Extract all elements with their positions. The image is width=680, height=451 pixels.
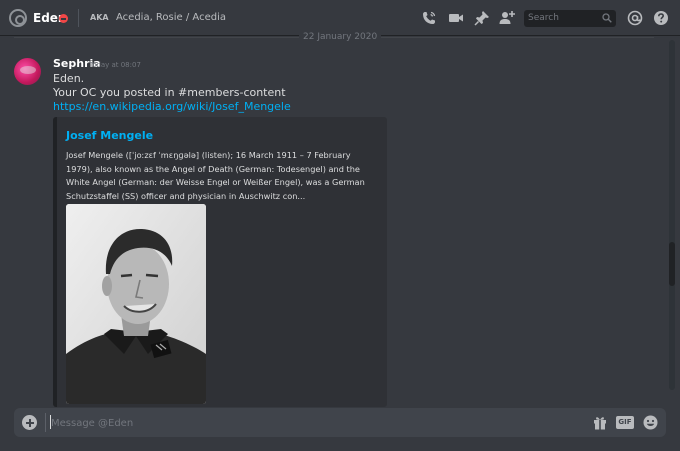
- date-divider-label: 22 January 2020: [299, 32, 382, 42]
- pin-icon[interactable]: [474, 10, 490, 26]
- message-composer: GIF: [14, 408, 666, 437]
- aka-label: AKA: [90, 13, 109, 22]
- search-box[interactable]: Search: [524, 10, 616, 27]
- video-icon[interactable]: [448, 10, 464, 26]
- avatar[interactable]: [14, 58, 41, 85]
- link-embed: Josef Mengele Josef Mengele ([ˈjoːzɛf ˈm…: [53, 117, 387, 407]
- gif-button[interactable]: GIF: [616, 416, 634, 429]
- message-timestamp: Today at 08:07: [89, 61, 141, 69]
- upload-plus-icon[interactable]: [22, 415, 37, 430]
- message-link[interactable]: https://en.wikipedia.org/wiki/Josef_Meng…: [53, 100, 291, 113]
- embed-description: Josef Mengele ([ˈjoːzɛf ˈmɛŋɡələ] (liste…: [66, 150, 365, 201]
- search-icon: [602, 13, 612, 23]
- message-line-2: Your OC you posted in #members-content: [53, 86, 286, 99]
- mention-icon[interactable]: [627, 10, 643, 26]
- call-icon[interactable]: [421, 10, 437, 26]
- search-placeholder: Search: [528, 13, 559, 23]
- channel-header: Eden AKA Acedia, Rosie / Acedia Search: [0, 0, 680, 36]
- aka-names: Acedia, Rosie / Acedia: [116, 12, 226, 23]
- emoji-icon[interactable]: [643, 415, 658, 430]
- header-divider: [78, 9, 79, 27]
- portrait-photo: [66, 204, 206, 404]
- scrollbar-track[interactable]: [669, 40, 675, 390]
- add-member-icon[interactable]: [499, 10, 515, 26]
- help-icon[interactable]: [653, 10, 669, 26]
- dnd-status-icon: [59, 14, 68, 23]
- at-sign-icon: [9, 9, 27, 27]
- scrollbar-thumb[interactable]: [669, 242, 675, 286]
- embed-image[interactable]: [66, 204, 206, 404]
- embed-title[interactable]: Josef Mengele: [66, 129, 153, 142]
- message-line-1: Eden.: [53, 72, 85, 85]
- message-input[interactable]: [51, 416, 551, 430]
- gift-icon[interactable]: [593, 415, 607, 430]
- composer-divider: [45, 413, 46, 432]
